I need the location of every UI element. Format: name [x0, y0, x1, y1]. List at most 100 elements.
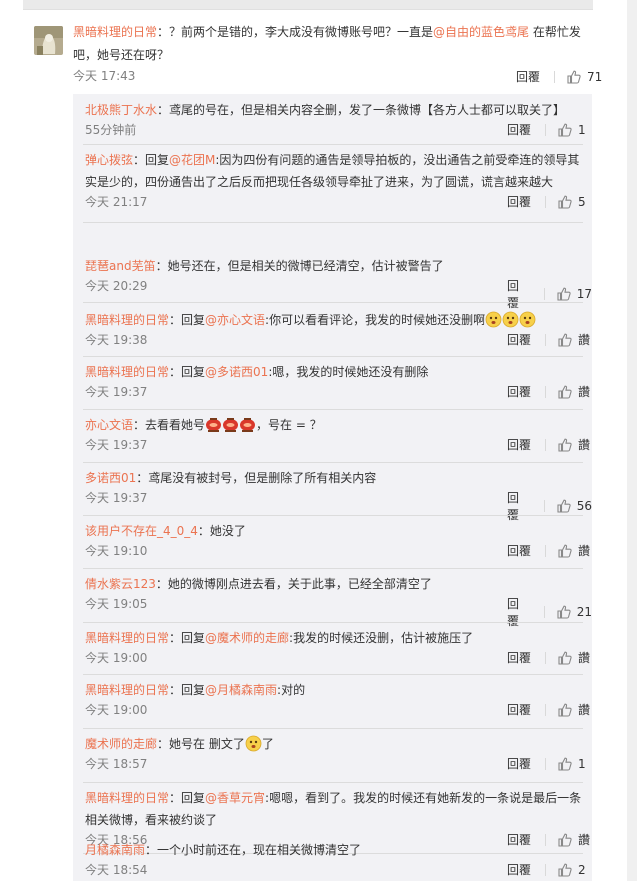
reply-button[interactable]: 回覆	[507, 121, 531, 138]
reply-actions: 回覆 讚	[507, 542, 590, 559]
reply-time: 今天 19:37	[85, 438, 148, 452]
thumbs-up-icon	[557, 605, 571, 619]
reply-username[interactable]: 月橘森南雨	[85, 843, 145, 857]
like-count: 17	[576, 287, 592, 301]
reply-body: ：她号还在，但是相关的微博已经清空，估计被警告了	[155, 259, 444, 273]
reply-body: ：她没了	[197, 524, 246, 538]
reply-actions: 回覆 1	[507, 121, 586, 138]
reply-body: ：一个小时前还在，现在相关微博清空了	[145, 843, 362, 857]
reply-item: 亦心文语：去看看她号 ，号在 = ？ 今天 19:37 回覆 讚	[73, 409, 592, 462]
reply-text: 北极熊丁水水：鸢尾的号在，但是相关内容全删，发了一条微博【各方人士都可以取关了】	[85, 99, 582, 121]
like-count: 21	[576, 605, 592, 619]
like-button[interactable]: 讚	[558, 542, 590, 559]
reply-username[interactable]: 黑暗料理的日常	[85, 791, 169, 805]
like-label: 讚	[578, 651, 591, 665]
reply-body-2: 了	[261, 737, 274, 751]
action-divider	[543, 606, 545, 618]
reply-button[interactable]: 回覆	[507, 701, 531, 718]
reply-username[interactable]: 弹心拨弦	[85, 153, 133, 167]
like-button[interactable]: 讚	[558, 701, 590, 718]
reply-actions: 回覆 讚	[507, 436, 590, 453]
thumbs-up-icon	[558, 703, 572, 717]
reply-text: 黑暗料理的日常：回复@亦心文语:你可以看看评论，我发的时候她还没删啊	[85, 309, 582, 331]
like-button[interactable]: 讚	[558, 331, 590, 348]
thumbs-up-icon	[558, 757, 572, 771]
reply-username[interactable]: 倩水紫云123	[85, 577, 156, 591]
scrollbar[interactable]	[627, 0, 637, 881]
reply-button[interactable]: 回覆	[507, 755, 531, 772]
reply-button[interactable]: 回覆	[516, 68, 540, 85]
main-comment-username[interactable]: 黑暗料理的日常	[73, 25, 157, 39]
reply-time: 今天 19:10	[85, 544, 148, 558]
reply-list: 北极熊丁水水：鸢尾的号在，但是相关内容全删，发了一条微博【各方人士都可以取关了】…	[73, 94, 592, 881]
reply-username[interactable]: 多诺西01	[85, 471, 136, 485]
reply-time: 今天 21:17	[85, 195, 148, 209]
reply-mention[interactable]: @多诺西01	[205, 365, 268, 379]
reply-item: 黑暗料理的日常：回复@多诺西01:嗯，我发的时候她还没有删除 今天 19:37 回覆…	[73, 356, 592, 409]
main-comment-mention[interactable]: @自由的蓝色鸢尾	[433, 25, 529, 39]
like-button[interactable]: 讚	[558, 436, 590, 453]
action-divider	[545, 123, 547, 136]
reply-username[interactable]: 该用户不存在_4_0_4	[85, 524, 198, 538]
emoji-face-icon	[245, 735, 262, 752]
reply-username[interactable]: 黑暗料理的日常	[85, 683, 169, 697]
reply-button[interactable]: 回覆	[507, 383, 531, 400]
like-button[interactable]: 56	[557, 499, 592, 513]
like-count: 56	[576, 499, 592, 513]
reply-button[interactable]: 回覆	[507, 649, 531, 666]
reply-mention[interactable]: @香草元宵	[205, 791, 265, 805]
action-divider	[545, 333, 547, 346]
reply-actions: 回覆 讚	[507, 383, 590, 400]
reply-button[interactable]: 回覆	[507, 331, 531, 348]
reply-actions: 回覆 2	[507, 861, 586, 878]
like-label: 讚	[578, 703, 591, 717]
thumbs-up-icon	[558, 195, 572, 209]
like-button[interactable]: 17	[557, 287, 592, 301]
action-divider	[554, 70, 556, 83]
thumbs-up-icon	[557, 287, 571, 301]
emoji-face-icon	[485, 311, 502, 328]
reply-username[interactable]: 黑暗料理的日常	[85, 365, 169, 379]
action-divider	[545, 544, 547, 557]
like-button[interactable]: 1	[558, 123, 586, 137]
reply-prefix: ：回复	[169, 631, 206, 645]
reply-button[interactable]: 回覆	[507, 436, 531, 453]
emoji-lantern-icon	[223, 418, 239, 432]
reply-prefix: ：回复	[169, 313, 206, 327]
reply-button[interactable]: 回覆	[507, 861, 531, 878]
like-button[interactable]: 5	[558, 195, 586, 209]
like-button[interactable]: 2	[558, 863, 586, 877]
reply-mention[interactable]: @花团M	[169, 153, 215, 167]
thumbs-up-icon	[558, 333, 572, 347]
reply-mention[interactable]: @月橘森南雨	[205, 683, 277, 697]
reply-username[interactable]: 黑暗料理的日常	[85, 631, 169, 645]
reply-button[interactable]: 回覆	[507, 193, 531, 210]
reply-username[interactable]: 亦心文语	[85, 418, 133, 432]
reply-body: :我发的时候还没删，估计被施压了	[289, 631, 474, 645]
like-label: 讚	[578, 544, 591, 558]
like-label: 讚	[578, 385, 591, 399]
reply-username[interactable]: 黑暗料理的日常	[85, 313, 169, 327]
reply-button[interactable]: 回覆	[507, 542, 531, 559]
main-comment-actions: 回覆 71	[516, 68, 602, 85]
reply-text: 倩水紫云123：她的微博刚点进去看，关于此事，已经全部清空了	[85, 573, 582, 595]
reply-text: 黑暗料理的日常：回复@多诺西01:嗯，我发的时候她还没有删除	[85, 361, 582, 383]
like-button[interactable]: 讚	[558, 649, 590, 666]
reply-mention[interactable]: @亦心文语	[205, 313, 265, 327]
reply-mention[interactable]: @魔术师的走廊	[205, 631, 289, 645]
reply-time: 今天 20:29	[85, 279, 148, 293]
action-divider	[545, 703, 547, 716]
like-label: 讚	[578, 333, 591, 347]
reply-username[interactable]: 琵琶and芜笛	[85, 259, 156, 273]
reply-separator	[83, 222, 583, 223]
reply-item: 魔术师的走廊：她号在 删文了 了今天 18:57 回覆 1	[73, 728, 592, 782]
reply-username[interactable]: 魔术师的走廊	[85, 737, 157, 751]
like-button[interactable]: 讚	[558, 383, 590, 400]
action-divider	[545, 385, 547, 398]
like-button[interactable]: 1	[558, 757, 586, 771]
like-button[interactable]: 21	[557, 605, 592, 619]
reply-actions: 回覆 讚	[507, 649, 590, 666]
like-button[interactable]: 71	[567, 70, 602, 84]
reply-username[interactable]: 北极熊丁水水	[85, 103, 157, 117]
avatar[interactable]	[34, 26, 63, 55]
